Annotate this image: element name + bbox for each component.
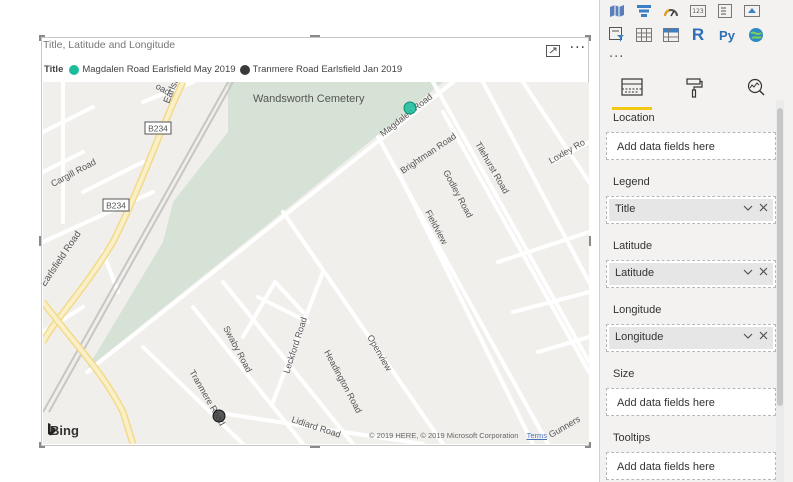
- chevron-down-icon[interactable]: [743, 331, 753, 343]
- map-label-leckford: Leckford Road: [281, 316, 309, 375]
- table-icon[interactable]: [636, 27, 652, 43]
- field-chip-label: Latitude: [615, 267, 655, 279]
- close-icon[interactable]: [759, 331, 768, 343]
- arcgis-icon[interactable]: [748, 27, 764, 43]
- map-label-gunners: Gunners: [547, 414, 582, 440]
- map-canvas[interactable]: B234 B234 Wandsworth Cemetery Cargill Ro…: [43, 82, 589, 444]
- field-chip-latitude[interactable]: Latitude: [609, 263, 773, 285]
- matrix-icon[interactable]: [663, 27, 679, 43]
- well-location-dropzone[interactable]: Add data fields here: [606, 132, 776, 160]
- field-chip-longitude[interactable]: Longitude: [609, 327, 773, 349]
- well-size-dropzone[interactable]: Add data fields here: [606, 388, 776, 416]
- kpi-icon[interactable]: [744, 3, 760, 19]
- scrollbar-thumb[interactable]: [777, 108, 783, 406]
- close-icon[interactable]: [759, 203, 768, 215]
- resize-handle[interactable]: [39, 442, 41, 448]
- legend: Title Magdalen Road Earlsfield May 2019 …: [44, 64, 406, 75]
- funnel-icon[interactable]: [636, 3, 652, 19]
- well-label-latitude: Latitude: [613, 240, 653, 252]
- legend-item[interactable]: Tranmere Road Earlsfield Jan 2019: [239, 64, 403, 75]
- map-point-magdalen: [403, 101, 417, 115]
- field-chip-label: Title: [615, 203, 636, 215]
- well-longitude[interactable]: Longitude: [606, 324, 776, 352]
- resize-handle[interactable]: [310, 35, 320, 37]
- paint-roller-icon: [686, 78, 703, 98]
- map-label-cemetery: Wandsworth Cemetery: [253, 93, 365, 105]
- pane-tabs: [612, 78, 776, 110]
- tab-analytics[interactable]: [736, 78, 776, 108]
- map-label-openview: Openview: [365, 333, 394, 373]
- multi-row-card-icon[interactable]: [717, 3, 733, 19]
- analytics-magnifier-icon: [747, 78, 765, 96]
- focus-mode-icon[interactable]: [545, 42, 560, 57]
- visual-header: ···: [545, 41, 586, 57]
- legend-item-label: Magdalen Road Earlsfield May 2019: [82, 64, 236, 75]
- copyright-text: © 2019 HERE, © 2019 Microsoft Corporatio…: [369, 431, 519, 440]
- field-wells: Location Add data fields here Legend Tit…: [606, 112, 776, 482]
- visual-gallery: 123 R Py: [609, 3, 769, 51]
- visual-title: Title, Latitude and Longitude: [43, 39, 176, 51]
- bing-logo: Bing: [47, 423, 79, 438]
- map-label-godley: Godley Road: [441, 168, 474, 219]
- chevron-down-icon[interactable]: [743, 267, 753, 279]
- well-tooltips-dropzone[interactable]: Add data fields here: [606, 452, 776, 480]
- resize-handle[interactable]: [589, 236, 591, 246]
- chevron-down-icon[interactable]: [743, 203, 753, 215]
- slicer-icon[interactable]: [609, 27, 625, 43]
- close-icon[interactable]: [759, 267, 768, 279]
- python-visual-icon[interactable]: Py: [717, 27, 737, 43]
- map-visual[interactable]: Title, Latitude and Longitude ··· Title …: [39, 35, 591, 448]
- fields-icon: [621, 78, 643, 96]
- map-label-headington: Headington Road: [322, 348, 364, 415]
- map-label-cargill: Cargill Road: [49, 157, 97, 189]
- visualizations-pane: 123 R Py ··· Location Add data fields he…: [599, 0, 793, 482]
- terms-link[interactable]: Terms: [527, 431, 547, 440]
- card-icon[interactable]: 123: [690, 3, 706, 19]
- well-latitude[interactable]: Latitude: [606, 260, 776, 288]
- resize-handle[interactable]: [39, 236, 41, 246]
- well-label-tooltips: Tooltips: [613, 432, 651, 444]
- filled-map-icon[interactable]: [609, 3, 625, 19]
- well-label-size: Size: [613, 368, 635, 380]
- tab-format[interactable]: [674, 78, 714, 108]
- map-label-b234: B234: [106, 201, 126, 211]
- tab-fields[interactable]: [612, 78, 652, 110]
- more-visuals-icon[interactable]: ···: [609, 50, 624, 65]
- resize-handle[interactable]: [39, 35, 41, 41]
- more-options-icon[interactable]: ···: [570, 41, 586, 55]
- legend-title: Title: [44, 64, 64, 75]
- map-label-b234: B234: [148, 124, 168, 134]
- gauge-icon[interactable]: [663, 3, 679, 19]
- bing-logo-icon: [48, 423, 56, 436]
- well-label-legend: Legend: [613, 176, 650, 188]
- map-label-loxley: Loxley Ro: [547, 137, 587, 166]
- field-chip-label: Longitude: [615, 331, 664, 343]
- legend-dot-icon: [69, 64, 80, 75]
- legend-item[interactable]: Magdalen Road Earlsfield May 2019: [69, 64, 236, 75]
- r-visual-icon[interactable]: R: [690, 25, 706, 44]
- well-label-longitude: Longitude: [613, 304, 662, 316]
- well-legend[interactable]: Title: [606, 196, 776, 224]
- legend-item-label: Tranmere Road Earlsfield Jan 2019: [252, 64, 403, 75]
- map-point-tranmere: [212, 409, 226, 423]
- field-chip-title[interactable]: Title: [609, 199, 773, 221]
- map-copyright: © 2019 HERE, © 2019 Microsoft Corporatio…: [369, 431, 547, 440]
- resize-handle[interactable]: [310, 446, 320, 448]
- legend-dot-icon: [239, 64, 250, 75]
- well-label-location: Location: [613, 112, 655, 124]
- resize-handle[interactable]: [589, 35, 591, 41]
- svg-text:123: 123: [692, 8, 704, 15]
- resize-handle[interactable]: [589, 442, 591, 448]
